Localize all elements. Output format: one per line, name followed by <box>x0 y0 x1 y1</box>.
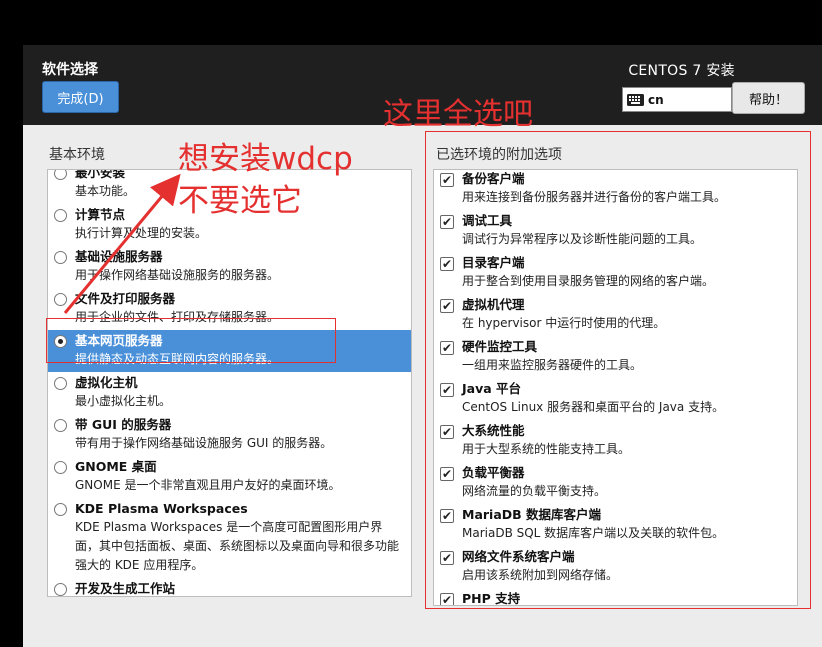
installer-window: 软件选择 完成(D) CENTOS 7 安装 cn 帮助！ 基本环境 已选环境的… <box>23 45 822 647</box>
annotation-arrow <box>63 173 181 314</box>
